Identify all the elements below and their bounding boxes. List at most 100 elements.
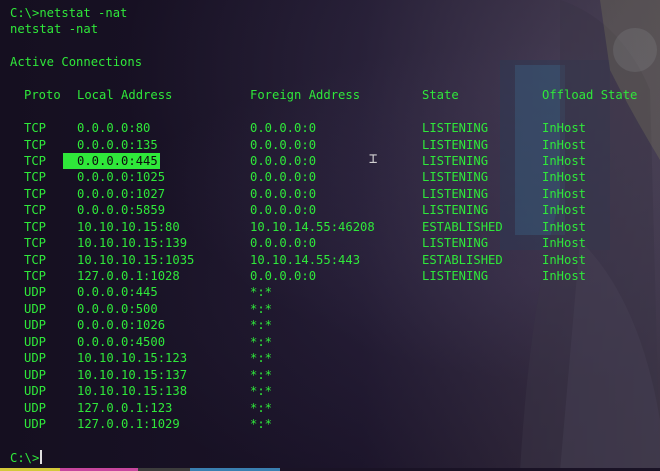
cell-foreign-address: 0.0.0.0:0 [250, 269, 317, 283]
table-row: UDP 0.0.0.0:445 *:* [10, 284, 660, 300]
cell-local-address: 10.10.10.15:123 [77, 351, 188, 366]
cell-proto: UDP [24, 318, 47, 333]
cell-local-address: 0.0.0.0:1027 [77, 186, 166, 201]
cell-state: LISTENING [422, 203, 489, 218]
cell-local-address: 127.0.0.1:123 [77, 400, 173, 415]
table-row: TCP 0.0.0.0:1027 0.0.0.0:0 LISTENING InHost [10, 186, 660, 202]
cell-state: ESTABLISHED [422, 252, 503, 267]
cell-local-address: 0.0.0.0:1025 [77, 170, 166, 185]
cell-local-address: 0.0.0.0:445 [77, 285, 158, 300]
cell-foreign-address: 0.0.0.0:0 [250, 203, 317, 218]
table-row: TCP 0.0.0.0:5859 0.0.0.0:0 LISTENING InHost [10, 202, 660, 218]
cell-proto: TCP [24, 236, 47, 251]
cell-foreign-address: 0.0.0.0:0 [250, 121, 317, 136]
table-row: TCP 0.0.0.0:1025 0.0.0.0:0 LISTENING InHost [10, 169, 660, 185]
cell-proto: UDP [24, 351, 47, 366]
cell-local-address: 10.10.10.15:138 [77, 384, 188, 399]
cell-foreign-address: *:* [250, 416, 273, 431]
cell-local-address: 127.0.0.1:1029 [77, 416, 180, 431]
cell-offload-state: InHost [542, 203, 587, 218]
table-row: UDP 127.0.0.1:1029 *:* [10, 416, 660, 432]
cell-foreign-address: *:* [250, 301, 273, 316]
cell-local-address: 10.10.10.15:1035 [77, 252, 195, 267]
cell-foreign-address: 0.0.0.0:0 [250, 236, 317, 251]
cell-foreign-address: *:* [250, 367, 273, 382]
cell-proto: UDP [24, 416, 47, 431]
cell-proto: UDP [24, 334, 47, 349]
cell-foreign-address: *:* [250, 285, 273, 300]
table-row: UDP 10.10.10.15:137 *:* [10, 367, 660, 383]
cell-state: LISTENING [422, 269, 489, 283]
cell-proto: UDP [24, 384, 47, 399]
cell-foreign-address: *:* [250, 400, 273, 415]
cell-foreign-address: *:* [250, 384, 273, 399]
cell-offload-state: InHost [542, 219, 587, 234]
cell-proto: TCP [24, 269, 47, 283]
cell-proto: TCP [24, 121, 47, 136]
cell-local-address: 0.0.0.0:4500 [77, 334, 166, 349]
table-row: UDP 10.10.10.15:123 *:* [10, 350, 660, 366]
connections-table: TCP 0.0.0.0:80 0.0.0.0:0 LISTENING InHost TCP… [10, 120, 660, 432]
cell-state: LISTENING [422, 236, 489, 251]
cell-state: LISTENING [422, 137, 489, 152]
table-header: Proto Local Address Foreign Address Stat… [10, 87, 660, 103]
table-row: UDP 0.0.0.0:1026 *:* [10, 317, 660, 333]
cell-proto: UDP [24, 400, 47, 415]
cell-local-address: 0.0.0.0:5859 [77, 203, 166, 218]
terminal-window[interactable]: C:\>netstat -nat netstat -nat Active Con… [10, 5, 660, 461]
cell-proto: UDP [24, 285, 47, 300]
cell-offload-state: InHost [542, 236, 587, 251]
cell-state: LISTENING [422, 170, 489, 185]
cell-offload-state: InHost [542, 252, 587, 267]
cell-local-address: 0.0.0.0:500 [77, 301, 158, 316]
command-line: C:\>netstat -nat [10, 6, 128, 20]
cell-foreign-address: 10.10.14.55:443 [250, 252, 361, 267]
table-row: TCP 127.0.0.1:1028 0.0.0.0:0 LISTENING InHos… [10, 268, 660, 284]
table-row: TCP 10.10.10.15:1035 10.10.14.55:443 ESTABL… [10, 252, 660, 268]
table-row: TCP 0.0.0.0:80 0.0.0.0:0 LISTENING InHost [10, 120, 660, 136]
cell-local-address: 0.0.0.0:80 [77, 121, 151, 136]
caret-icon [40, 450, 43, 464]
table-row: UDP 0.0.0.0:500 *:* [10, 301, 660, 317]
cell-state: ESTABLISHED [422, 219, 503, 234]
header-state: State [422, 88, 459, 103]
cell-offload-state: InHost [542, 269, 587, 283]
header-offload-state: Offload State [542, 88, 638, 103]
cell-foreign-address: 0.0.0.0:0 [250, 153, 317, 168]
table-row: UDP 10.10.10.15:138 *:* [10, 383, 660, 399]
cell-local-address: 0.0.0.0:135 [77, 137, 158, 152]
cell-offload-state: InHost [542, 170, 587, 185]
cell-foreign-address: 0.0.0.0:0 [250, 186, 317, 201]
cell-proto: TCP [24, 203, 47, 218]
header-local-address: Local Address [77, 88, 173, 103]
cell-proto: TCP [24, 170, 47, 185]
table-row: UDP 0.0.0.0:4500 *:* [10, 334, 660, 350]
cell-proto: TCP [24, 186, 47, 201]
cell-state: LISTENING [422, 153, 489, 168]
cell-proto: TCP [24, 153, 47, 168]
section-title: Active Connections [10, 55, 143, 70]
cell-offload-state: InHost [542, 153, 587, 168]
header-foreign-address: Foreign Address [250, 88, 361, 103]
cell-offload-state: InHost [542, 121, 587, 136]
command-echo: netstat -nat [10, 22, 99, 37]
cell-local-address: 10.10.10.15:139 [77, 236, 188, 251]
header-proto: Proto [24, 88, 61, 103]
cell-proto: TCP [24, 252, 47, 267]
prompt-line[interactable]: C:\> [10, 450, 43, 466]
cell-foreign-address: *:* [250, 318, 273, 333]
cell-foreign-address: 0.0.0.0:0 [250, 170, 317, 185]
cell-state: LISTENING [422, 121, 489, 136]
cell-state: LISTENING [422, 186, 489, 201]
cell-local-address: 0.0.0.0:1026 [77, 318, 166, 333]
text-cursor-icon: ⌶ [369, 151, 378, 167]
cell-local-address: 127.0.0.1:1028 [77, 269, 180, 283]
cell-proto: UDP [24, 301, 47, 316]
cell-foreign-address: 10.10.14.55:46208 [250, 219, 375, 234]
cell-local-address: 10.10.10.15:137 [77, 367, 188, 382]
selection-highlight: 0.0.0.0:445 [63, 152, 160, 170]
cell-proto: TCP [24, 219, 47, 234]
table-row: TCP 0.0.0.0:445 0.0.0.0:0 LISTENING InHost [10, 152, 660, 170]
cell-proto: UDP [24, 367, 47, 382]
cell-foreign-address: *:* [250, 334, 273, 349]
